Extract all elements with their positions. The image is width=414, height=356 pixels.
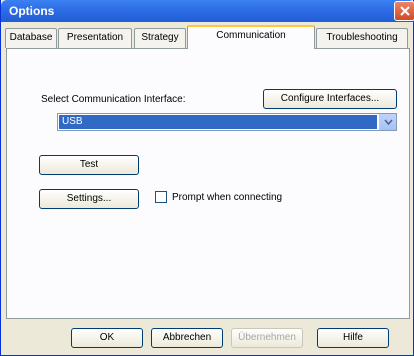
cancel-button[interactable]: Abbrechen [151, 328, 223, 348]
tab-troubleshooting[interactable]: Troubleshooting [316, 28, 408, 48]
interface-label: Select Communication Interface: [41, 94, 186, 105]
options-dialog: Options Database Presentation Strategy C… [0, 0, 414, 356]
apply-button[interactable]: Übernehmen [231, 328, 303, 348]
communication-panel: Select Communication Interface: Configur… [6, 48, 410, 319]
interface-select[interactable]: USB [57, 113, 397, 131]
interface-select-value: USB [59, 115, 377, 129]
prompt-label[interactable]: Prompt when connecting [172, 192, 282, 203]
test-button[interactable]: Test [39, 155, 139, 175]
help-button[interactable]: Hilfe [317, 328, 389, 348]
tab-communication[interactable]: Communication [187, 25, 315, 49]
title-bar[interactable]: Options [1, 0, 414, 22]
window-title: Options [9, 4, 55, 18]
close-button[interactable] [394, 1, 414, 21]
settings-button[interactable]: Settings... [39, 189, 139, 209]
ok-button[interactable]: OK [71, 328, 143, 348]
tab-strategy[interactable]: Strategy [134, 28, 186, 48]
chevron-down-icon [384, 119, 393, 125]
prompt-checkbox[interactable] [155, 191, 167, 203]
dropdown-button[interactable] [379, 114, 396, 130]
close-icon [400, 6, 410, 16]
tab-database[interactable]: Database [5, 28, 57, 48]
tab-presentation[interactable]: Presentation [58, 28, 132, 48]
configure-interfaces-button[interactable]: Configure Interfaces... [263, 89, 397, 109]
